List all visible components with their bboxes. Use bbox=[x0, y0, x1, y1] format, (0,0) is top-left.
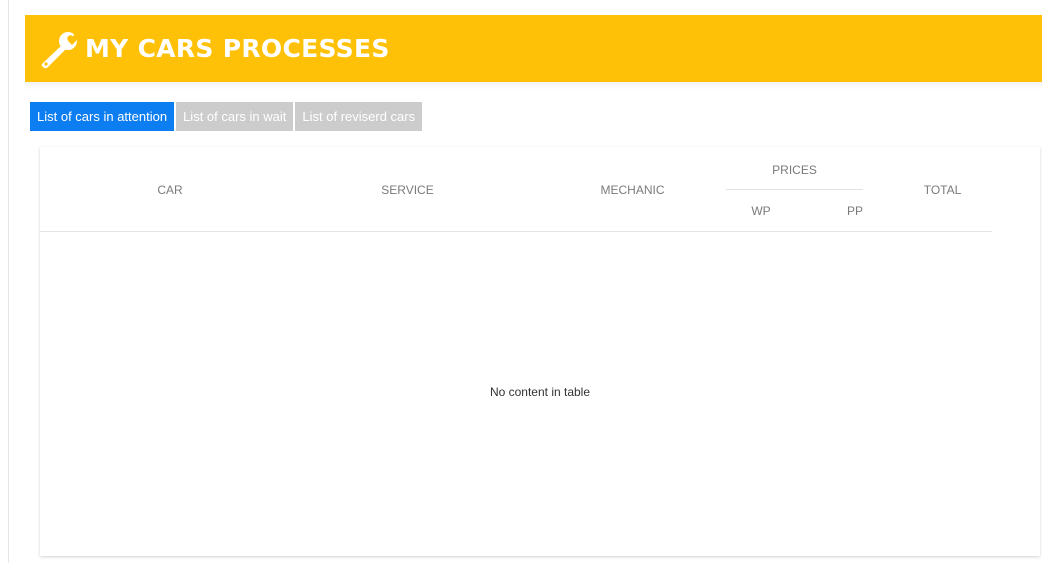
table-card: CAR SERVICE MECHANIC PRICES WP PP TOTAL … bbox=[40, 147, 1040, 556]
column-header-car[interactable]: CAR bbox=[40, 183, 300, 197]
column-header-service[interactable]: SERVICE bbox=[300, 183, 515, 197]
prices-divider bbox=[726, 189, 863, 190]
tab-bar: List of cars in attention List of cars i… bbox=[30, 102, 423, 131]
column-header-pp[interactable]: PP bbox=[810, 204, 900, 218]
column-header-total[interactable]: TOTAL bbox=[900, 183, 985, 197]
table-header: CAR SERVICE MECHANIC PRICES WP PP TOTAL bbox=[40, 147, 992, 232]
column-header-prices: PRICES bbox=[772, 163, 817, 177]
tab-cars-in-attention[interactable]: List of cars in attention bbox=[30, 102, 175, 131]
header-shadow bbox=[25, 82, 1042, 90]
column-header-mechanic[interactable]: MECHANIC bbox=[515, 183, 750, 197]
column-header-wp[interactable]: WP bbox=[726, 204, 796, 218]
tab-cars-in-wait[interactable]: List of cars in wait bbox=[176, 102, 294, 131]
empty-table-message: No content in table bbox=[489, 385, 591, 399]
tab-revised-cars[interactable]: List of reviserd cars bbox=[295, 102, 423, 131]
page-header: MY CARS PROCESSES bbox=[25, 15, 1042, 82]
page-title: MY CARS PROCESSES bbox=[85, 34, 390, 63]
page-left-border bbox=[8, 0, 9, 563]
wrench-icon bbox=[39, 27, 83, 71]
